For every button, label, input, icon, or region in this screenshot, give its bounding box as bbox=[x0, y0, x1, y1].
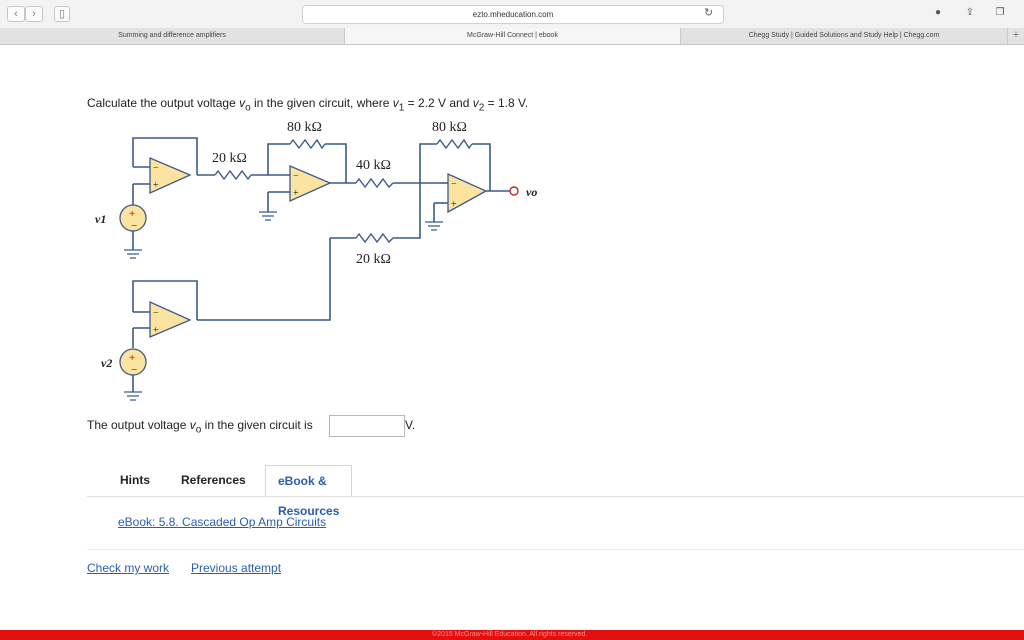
answer-unit: V. bbox=[405, 418, 416, 432]
label-r-fb2: 80 kΩ bbox=[432, 120, 467, 135]
opamp4-plus: + bbox=[153, 325, 159, 336]
output-terminal-icon bbox=[509, 186, 519, 196]
svg-text:+: + bbox=[129, 352, 135, 364]
opamp1-plus: + bbox=[153, 180, 159, 191]
tab-hints[interactable]: Hints bbox=[120, 465, 150, 495]
ebook-link[interactable]: eBook: 5.8. Cascaded Op Amp Circuits bbox=[118, 515, 326, 529]
opamp4-minus: − bbox=[153, 308, 159, 319]
resistor-20k-input bbox=[214, 169, 252, 181]
svg-text:−: − bbox=[131, 220, 137, 232]
resistor-20k-lower bbox=[355, 232, 394, 244]
resistor-80k-feedback-2 bbox=[436, 138, 473, 150]
resistor-80k-feedback-1 bbox=[289, 138, 326, 150]
tab-ebook-resources[interactable]: eBook & Resources bbox=[265, 465, 353, 518]
answer-input[interactable] bbox=[329, 415, 405, 437]
label-r-in3: 20 kΩ bbox=[356, 252, 391, 267]
label-r-fb1: 80 kΩ bbox=[287, 120, 322, 135]
ground-icon bbox=[259, 211, 277, 221]
opamp3-minus: − bbox=[451, 179, 457, 190]
resistor-40k bbox=[355, 177, 394, 189]
label-v2: v2 bbox=[101, 356, 112, 370]
label-vo: vo bbox=[526, 185, 537, 199]
label-v1: v1 bbox=[95, 212, 106, 226]
answer-prompt: The output voltage vo in the given circu… bbox=[87, 418, 313, 436]
opamp2-plus: + bbox=[293, 188, 299, 199]
opamp1-minus: − bbox=[153, 163, 159, 174]
svg-text:+: + bbox=[129, 208, 135, 220]
ground-icon bbox=[124, 249, 142, 259]
label-r-in1: 20 kΩ bbox=[212, 151, 247, 166]
footer-copyright: ©2015 McGraw-Hill Education. All rights … bbox=[432, 631, 588, 638]
label-r-in2: 40 kΩ bbox=[356, 158, 391, 173]
ground-icon bbox=[425, 221, 443, 231]
opamp3-plus: + bbox=[451, 199, 457, 210]
previous-attempt-link[interactable]: Previous attempt bbox=[191, 561, 281, 575]
ground-icon bbox=[124, 391, 142, 401]
check-my-work-link[interactable]: Check my work bbox=[87, 561, 169, 575]
svg-text:−: − bbox=[131, 364, 137, 376]
tab-references[interactable]: References bbox=[181, 465, 246, 495]
opamp2-minus: − bbox=[293, 171, 299, 182]
